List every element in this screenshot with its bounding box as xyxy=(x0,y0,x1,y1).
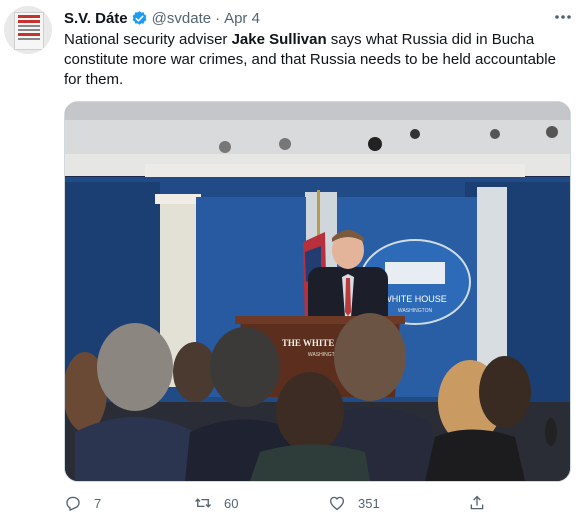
share-icon xyxy=(468,494,486,512)
retweet-button[interactable]: 60 xyxy=(194,492,238,514)
tweet-text-bold-name: Jake Sullivan xyxy=(231,31,327,48)
author-handle[interactable]: @svdate xyxy=(152,10,211,27)
reply-count: 7 xyxy=(94,495,102,511)
tweet[interactable]: S.V. Dáte @svdate · Apr 4 National secur… xyxy=(0,0,587,517)
verified-badge-icon xyxy=(131,10,148,27)
tweet-text: National security adviser Jake Sullivan … xyxy=(64,30,569,90)
retweet-icon xyxy=(194,494,212,512)
tweet-header: S.V. Dáte @svdate · Apr 4 xyxy=(64,8,260,28)
separator-dot: · xyxy=(215,9,221,27)
tweet-photo[interactable]: WHITE HOUSE WASHINGTON THE WHITE HOUSE W… xyxy=(64,101,571,482)
share-button[interactable] xyxy=(468,492,486,514)
tweet-date[interactable]: Apr 4 xyxy=(224,10,260,27)
tweet-text-start: National security adviser xyxy=(64,31,232,48)
heart-icon xyxy=(328,494,346,512)
author-name[interactable]: S.V. Dáte xyxy=(64,10,128,27)
like-count: 351 xyxy=(358,495,380,511)
like-button[interactable]: 351 xyxy=(328,492,380,514)
avatar[interactable] xyxy=(4,6,52,54)
seal-label: WHITE HOUSE xyxy=(383,294,447,304)
retweet-count: 60 xyxy=(224,495,239,511)
reply-button[interactable]: 7 xyxy=(64,492,101,514)
seal-sub: WASHINGTON xyxy=(398,308,433,314)
avatar-sign xyxy=(14,12,44,50)
more-options-icon[interactable] xyxy=(553,9,573,25)
reply-icon xyxy=(64,494,82,512)
tweet-actions: 7 60 351 xyxy=(64,492,484,514)
